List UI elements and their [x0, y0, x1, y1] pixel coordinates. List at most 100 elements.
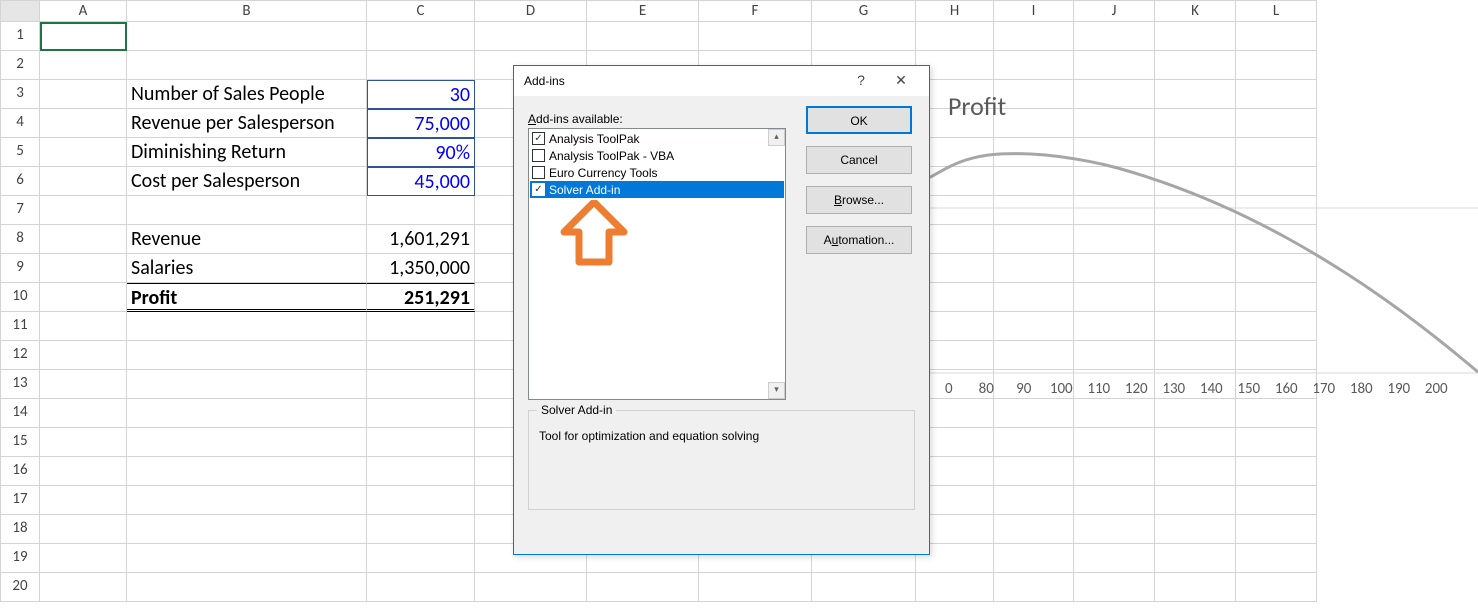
- cell-A16[interactable]: [40, 457, 127, 486]
- cell-I2[interactable]: [994, 51, 1074, 80]
- cell-D20[interactable]: [475, 573, 587, 602]
- col-header-I[interactable]: I: [994, 0, 1074, 22]
- row-header-6[interactable]: 6: [0, 167, 40, 196]
- cell-D1[interactable]: [475, 22, 587, 51]
- cell-A1[interactable]: [40, 22, 127, 51]
- cell-K20[interactable]: [1155, 573, 1236, 602]
- col-header-G[interactable]: G: [812, 0, 916, 22]
- cell-J17[interactable]: [1074, 486, 1155, 515]
- cell-J2[interactable]: [1074, 51, 1155, 80]
- cell-A13[interactable]: [40, 370, 127, 399]
- cell-B1[interactable]: [127, 22, 367, 51]
- addins-listbox[interactable]: ✓Analysis ToolPakAnalysis ToolPak - VBAE…: [528, 128, 786, 400]
- cell-B5[interactable]: Diminishing Return: [127, 138, 367, 167]
- addin-item-analysis-toolpak-vba[interactable]: Analysis ToolPak - VBA: [530, 147, 784, 164]
- cell-A8[interactable]: [40, 225, 127, 254]
- addin-item-euro-currency-tools[interactable]: Euro Currency Tools: [530, 164, 784, 181]
- cell-B6[interactable]: Cost per Salesperson: [127, 167, 367, 196]
- row-header-7[interactable]: 7: [0, 196, 40, 225]
- col-header-F[interactable]: F: [699, 0, 812, 22]
- cell-C7[interactable]: [367, 196, 475, 225]
- row-header-18[interactable]: 18: [0, 515, 40, 544]
- cell-F1[interactable]: [699, 22, 812, 51]
- checkbox-icon[interactable]: [532, 166, 545, 179]
- addin-item-analysis-toolpak[interactable]: ✓Analysis ToolPak: [530, 130, 784, 147]
- cell-C20[interactable]: [367, 573, 475, 602]
- cell-K17[interactable]: [1155, 486, 1236, 515]
- cell-C2[interactable]: [367, 51, 475, 80]
- cell-A14[interactable]: [40, 399, 127, 428]
- cell-B18[interactable]: [127, 515, 367, 544]
- row-header-5[interactable]: 5: [0, 138, 40, 167]
- cell-K18[interactable]: [1155, 515, 1236, 544]
- cell-L19[interactable]: [1236, 544, 1317, 573]
- cell-L2[interactable]: [1236, 51, 1317, 80]
- col-header-E[interactable]: E: [587, 0, 699, 22]
- cell-A3[interactable]: [40, 80, 127, 109]
- row-header-9[interactable]: 9: [0, 254, 40, 283]
- checkbox-icon[interactable]: [532, 149, 545, 162]
- cell-A17[interactable]: [40, 486, 127, 515]
- row-header-13[interactable]: 13: [0, 370, 40, 399]
- cell-C17[interactable]: [367, 486, 475, 515]
- cell-B16[interactable]: [127, 457, 367, 486]
- cell-B8[interactable]: Revenue: [127, 225, 367, 254]
- browse-button[interactable]: Browse...: [806, 186, 912, 214]
- addin-item-solver-add-in[interactable]: ✓Solver Add-in: [530, 181, 784, 198]
- cell-C10[interactable]: 251,291: [367, 283, 475, 312]
- scroll-down-button[interactable]: ▾: [768, 382, 785, 399]
- cell-J19[interactable]: [1074, 544, 1155, 573]
- row-header-3[interactable]: 3: [0, 80, 40, 109]
- automation-button[interactable]: Automation...: [806, 226, 912, 254]
- cell-B20[interactable]: [127, 573, 367, 602]
- row-header-4[interactable]: 4: [0, 109, 40, 138]
- cell-I17[interactable]: [994, 486, 1074, 515]
- row-header-1[interactable]: 1: [0, 22, 40, 51]
- cell-C14[interactable]: [367, 399, 475, 428]
- cell-G1[interactable]: [812, 22, 916, 51]
- cell-C11[interactable]: [367, 312, 475, 341]
- cell-L1[interactable]: [1236, 22, 1317, 51]
- cell-A6[interactable]: [40, 167, 127, 196]
- cell-A2[interactable]: [40, 51, 127, 80]
- row-header-20[interactable]: 20: [0, 573, 40, 602]
- cell-A20[interactable]: [40, 573, 127, 602]
- row-header-19[interactable]: 19: [0, 544, 40, 573]
- row-header-17[interactable]: 17: [0, 486, 40, 515]
- row-header-12[interactable]: 12: [0, 341, 40, 370]
- cell-A10[interactable]: [40, 283, 127, 312]
- cell-B19[interactable]: [127, 544, 367, 573]
- row-header-10[interactable]: 10: [0, 283, 40, 312]
- row-header-8[interactable]: 8: [0, 225, 40, 254]
- cell-C18[interactable]: [367, 515, 475, 544]
- ok-button[interactable]: OK: [806, 106, 912, 134]
- checkbox-icon[interactable]: ✓: [532, 183, 545, 196]
- cell-K2[interactable]: [1155, 51, 1236, 80]
- cell-C1[interactable]: [367, 22, 475, 51]
- col-header-K[interactable]: K: [1155, 0, 1236, 22]
- cell-A19[interactable]: [40, 544, 127, 573]
- close-button[interactable]: ✕: [881, 70, 921, 92]
- cell-C6[interactable]: 45,000: [367, 167, 475, 196]
- cell-C8[interactable]: 1,601,291: [367, 225, 475, 254]
- cell-C15[interactable]: [367, 428, 475, 457]
- row-header-2[interactable]: 2: [0, 51, 40, 80]
- cell-B12[interactable]: [127, 341, 367, 370]
- cell-A12[interactable]: [40, 341, 127, 370]
- cell-C16[interactable]: [367, 457, 475, 486]
- col-header-H[interactable]: H: [916, 0, 994, 22]
- scroll-up-button[interactable]: ▴: [768, 129, 785, 146]
- cell-B13[interactable]: [127, 370, 367, 399]
- cell-C13[interactable]: [367, 370, 475, 399]
- cell-B14[interactable]: [127, 399, 367, 428]
- cell-I19[interactable]: [994, 544, 1074, 573]
- cell-I1[interactable]: [994, 22, 1074, 51]
- cell-J1[interactable]: [1074, 22, 1155, 51]
- row-header-16[interactable]: 16: [0, 457, 40, 486]
- cell-A5[interactable]: [40, 138, 127, 167]
- cell-B2[interactable]: [127, 51, 367, 80]
- checkbox-icon[interactable]: ✓: [532, 132, 545, 145]
- cell-A11[interactable]: [40, 312, 127, 341]
- cell-B3[interactable]: Number of Sales People: [127, 80, 367, 109]
- row-header-15[interactable]: 15: [0, 428, 40, 457]
